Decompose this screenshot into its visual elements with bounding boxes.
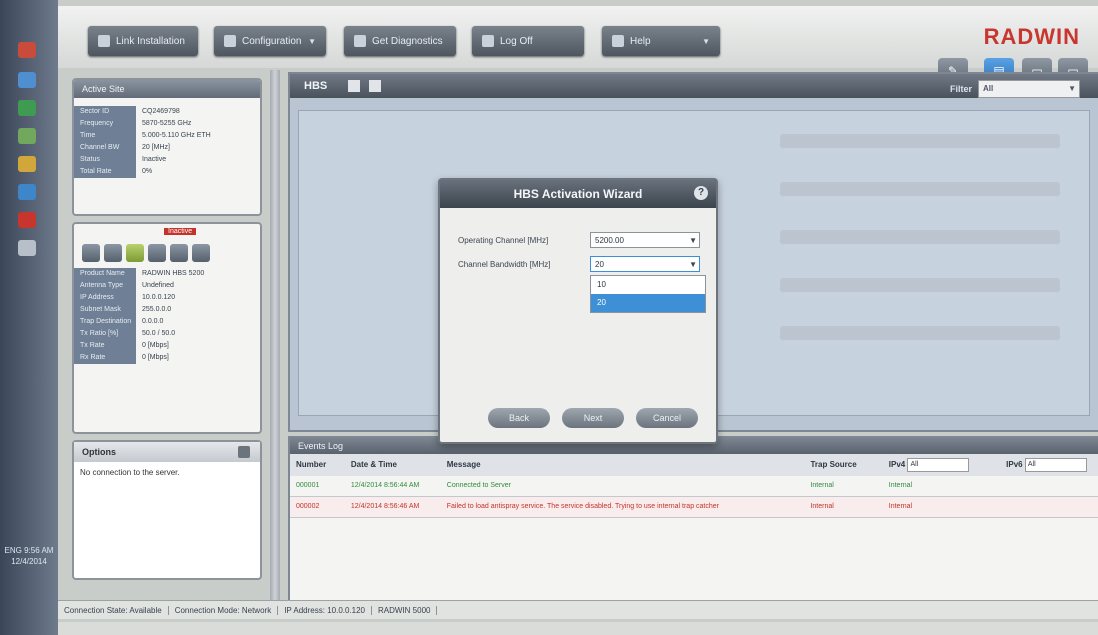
cancel-button[interactable]: Cancel <box>636 408 698 428</box>
main-title: HBS <box>304 80 328 92</box>
col-ipv4: IPv4 All <box>883 454 1000 476</box>
device-row: Trap Destination 0.0.0.0 <box>74 316 260 328</box>
excel-icon[interactable] <box>18 100 36 116</box>
network-icon[interactable] <box>18 72 36 88</box>
status-product: RADWIN 5000 <box>372 605 438 615</box>
windows-taskbar: ENG 9:56 AM 12/4/2014 <box>0 0 58 635</box>
filter-group: Filter All ▼ <box>950 77 1080 101</box>
link-installation-button[interactable]: Link Installation <box>88 26 198 56</box>
ipv4-filter-select[interactable]: All <box>907 457 970 472</box>
panel-splitter[interactable] <box>270 70 280 610</box>
bg-line <box>780 230 1060 244</box>
main-nav-icon[interactable] <box>348 80 361 93</box>
log-off-icon <box>482 35 494 47</box>
col-message: Message <box>446 460 481 469</box>
options-message: No connection to the server. <box>80 468 180 477</box>
misc-icon[interactable] <box>18 240 36 256</box>
bg-line <box>780 182 1060 196</box>
events-header-row: Number Date & Time Message Trap Source I… <box>290 454 1098 476</box>
device-icon[interactable] <box>192 244 210 262</box>
chevron-down-icon: ▼ <box>702 36 710 46</box>
site-row: Status Inactive <box>74 154 260 166</box>
channel-bandwidth-select[interactable]: 20 ▼ <box>590 256 700 272</box>
help-button[interactable]: Help ▼ <box>602 26 720 56</box>
device-row: Tx Rate 0 [Mbps] <box>74 340 260 352</box>
chevron-down-icon: ▼ <box>308 36 316 46</box>
configuration-button[interactable]: Configuration ▼ <box>214 26 326 56</box>
dropdown-option-selected[interactable]: 20 <box>591 294 705 312</box>
chrome-icon[interactable] <box>18 42 36 58</box>
wrench-icon <box>98 35 110 47</box>
gear-icon <box>224 35 236 47</box>
bg-line <box>780 326 1060 340</box>
options-panel: Options No connection to the server. <box>72 440 262 580</box>
next-button[interactable]: Next <box>562 408 624 428</box>
channel-bandwidth-label: Channel Bandwidth [MHz] <box>458 260 551 269</box>
bg-line <box>780 134 1060 148</box>
chevron-down-icon: ▼ <box>689 260 697 269</box>
device-icon[interactable] <box>170 244 188 262</box>
status-connection-mode: Connection Mode: Network <box>169 605 279 615</box>
opera-icon[interactable] <box>18 212 36 228</box>
site-panel-title: Active Site <box>74 80 260 98</box>
radwin-logo: RADWIN <box>983 24 1080 49</box>
filter-label: Filter <box>949 84 972 94</box>
site-info-panel: Active Site Sector ID CQ2469798 Frequency… <box>72 78 262 216</box>
bandwidth-dropdown-list: 10 20 <box>590 275 706 313</box>
device-icon[interactable] <box>82 244 100 262</box>
site-row: Sector ID CQ2469798 <box>74 106 260 118</box>
device-icon[interactable] <box>148 244 166 262</box>
device-icons-row <box>74 238 260 268</box>
status-bar: Connection State: Available Connection M… <box>58 600 1098 619</box>
device-row: Antenna Type Undefined <box>74 280 260 292</box>
dropdown-option[interactable]: 10 <box>591 276 705 294</box>
table-row[interactable]: 000002 12/4/2014 8:56:46 AM Failed to lo… <box>290 497 1098 518</box>
device-row: Subnet Mask 255.0.0.0 <box>74 304 260 316</box>
status-ip-address: IP Address: 10.0.0.120 <box>278 605 373 615</box>
col-ipv6: IPv6 All <box>1000 454 1098 476</box>
operating-channel-label: Operating Channel [MHz] <box>458 236 549 245</box>
help-icon[interactable]: ? <box>694 186 708 200</box>
diagnostics-icon <box>354 35 366 47</box>
back-button[interactable]: Back <box>488 408 550 428</box>
options-title: Options <box>74 442 260 462</box>
chevron-down-icon: ▼ <box>689 236 697 245</box>
wizard-title: HBS Activation Wizard ? <box>440 180 716 208</box>
status-badge: Inactive <box>164 228 197 235</box>
get-diagnostics-button[interactable]: Get Diagnostics <box>344 26 456 56</box>
device-row: Tx Ratio [%] 50.0 / 50.0 <box>74 328 260 340</box>
col-date-time: Date & Time <box>350 460 397 469</box>
col-number: Number <box>296 460 327 469</box>
ie-icon[interactable] <box>18 184 36 200</box>
site-row: Frequency 5870-5255 GHz <box>74 118 260 130</box>
main-header: HBS Filter All ▼ <box>290 74 1098 98</box>
operating-channel-select[interactable]: 5200.00 ▼ <box>590 232 700 248</box>
help-icon <box>612 35 624 47</box>
events-log-panel: Events Log Number Date & Time Message Tr… <box>288 436 1098 612</box>
col-trap-source: Trap Source <box>810 460 857 469</box>
site-row: Time 5.000-5.110 GHz ETH <box>74 130 260 142</box>
hbs-activation-wizard: HBS Activation Wizard ? Operating Channe… <box>438 178 718 444</box>
app-icon[interactable] <box>18 128 36 144</box>
background-document <box>760 100 1080 420</box>
radwin-icon[interactable] <box>18 156 36 172</box>
log-off-button[interactable]: Log Off <box>472 26 584 56</box>
table-row[interactable]: 000001 12/4/2014 8:56:44 AM Connected to… <box>290 476 1098 497</box>
bg-line <box>780 278 1060 292</box>
main-nav-icon[interactable] <box>369 80 382 93</box>
chevron-down-icon: ▼ <box>1068 84 1076 93</box>
device-info-panel: Inactive Product Name RADWIN HBS 5200 Ant… <box>72 222 262 434</box>
status-connection-state: Connection State: Available <box>58 605 169 615</box>
taskbar-clock: ENG 9:56 AM 12/4/2014 <box>4 546 54 566</box>
device-row: IP Address 10.0.0.120 <box>74 292 260 304</box>
device-icon[interactable] <box>104 244 122 262</box>
device-icon[interactable] <box>126 244 144 262</box>
ipv6-filter-select[interactable]: All <box>1024 457 1087 472</box>
device-row: Rx Rate 0 [Mbps] <box>74 352 260 364</box>
options-icon[interactable] <box>238 446 250 458</box>
site-row: Channel BW 20 [MHz] <box>74 142 260 154</box>
filter-select[interactable]: All ▼ <box>978 80 1080 98</box>
device-row: Product Name RADWIN HBS 5200 <box>74 268 260 280</box>
site-row: Total Rate 0% <box>74 166 260 178</box>
